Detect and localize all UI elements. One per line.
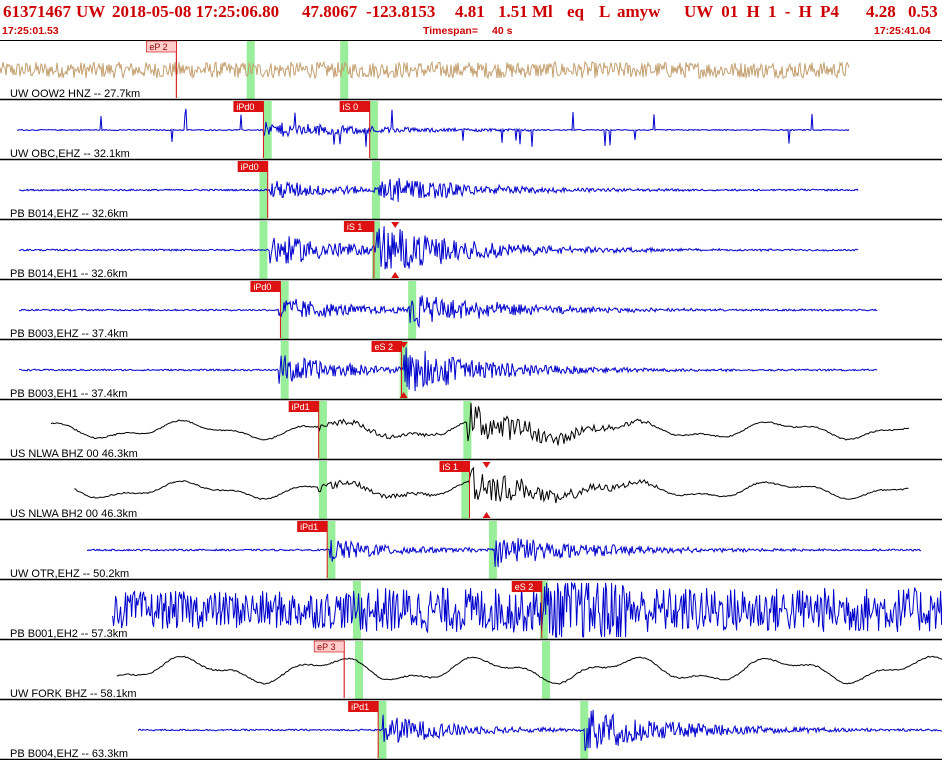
waveform-trace [116, 655, 942, 685]
pick-window [318, 461, 327, 519]
waveform-trace [18, 226, 859, 270]
pick-label: iS 0 [343, 102, 359, 112]
channel-row[interactable]: iS 1 US NLWA BH2 00 46.3km [0, 461, 942, 521]
event-analyst: amyw [617, 2, 661, 21]
pick-label: iPd0 [236, 102, 254, 112]
event-quality: UW 01 H 1 - H P4 [684, 2, 839, 21]
pick-label: eP 3 [317, 642, 335, 652]
channel-label: PB B003,EH1 -- 37.4km [10, 388, 127, 400]
timespan-label: Timespan= [423, 25, 478, 37]
event-network: UW [76, 2, 106, 21]
event-type: eq [567, 2, 584, 21]
pick-label: eS 2 [515, 582, 534, 592]
channel-label: PB B014,EH1 -- 32.6km [10, 268, 127, 280]
channel-row[interactable]: eP 2 UW OOW2 HNZ -- 27.7km [0, 40, 942, 101]
seismogram-panel[interactable]: eP 2 UW OOW2 HNZ -- 27.7km iPd0 iS 0 UW OBC,… [0, 40, 942, 760]
pick-label: iS 1 [443, 462, 459, 472]
pick-window [541, 641, 550, 699]
channel-label: US NLWA BHZ 00 46.3km [10, 448, 138, 460]
time-start: 17:25:01.53 [2, 25, 59, 37]
timespan-value: 40 s [492, 25, 513, 37]
event-longitude: -123.8153 [366, 2, 436, 21]
waveform-trace [19, 347, 878, 392]
waveform-trace [0, 60, 850, 80]
channel-row[interactable]: iPd0 PB B003,EHZ -- 37.4km [0, 281, 942, 341]
event-rms: 4.28 [866, 2, 896, 21]
pick-label: iPd1 [292, 402, 310, 412]
event-latitude: 47.8067 [302, 2, 358, 21]
channel-label: UW OTR,EHZ -- 50.2km [10, 568, 129, 580]
event-summary-line: 61371467 UW 2018-05-08 17:25:06.80 47.80… [0, 2, 942, 24]
waveform-trace [16, 108, 850, 147]
event-magnitude: 1.51 Ml [498, 2, 553, 21]
pick-marker-top [391, 222, 400, 228]
channel-row[interactable]: iPd1 PB B004,EHZ -- 63.3km [0, 701, 942, 760]
pick-marker-bottom [391, 272, 400, 278]
waveform-trace [86, 538, 922, 568]
pick-label: eP 2 [149, 42, 167, 52]
channel-label: UW OOW2 HNZ -- 27.7km [10, 88, 140, 100]
pick-label: iPd0 [241, 162, 259, 172]
waveform-trace [18, 295, 878, 329]
pick-label: iPd1 [300, 522, 318, 532]
event-error: 0.53 [908, 2, 938, 21]
channel-label: PB B014,EHZ -- 32.6km [10, 208, 128, 220]
time-bar: 17:25:01.53 Timespan= 40 s 17:25:41.04 [0, 25, 942, 38]
pick-marker-top [482, 462, 491, 468]
channel-row[interactable]: iPd1 UW OTR,EHZ -- 50.2km [0, 521, 942, 581]
channel-row[interactable]: iPd0 PB B014,EHZ -- 32.6km [0, 161, 942, 221]
waveform-trace [137, 709, 942, 751]
channel-label: PB B003,EHZ -- 37.4km [10, 328, 128, 340]
channel-row[interactable]: iPd1 US NLWA BHZ 00 46.3km [0, 401, 942, 461]
pick-marker-bottom [482, 512, 491, 518]
pick-label: iS 1 [347, 222, 363, 232]
channel-row[interactable]: iPd0 iS 0 UW OBC,EHZ -- 32.1km [0, 101, 942, 161]
pick-label: iPd1 [351, 702, 369, 712]
pick-label: eS 2 [375, 342, 394, 352]
channel-label: UW OBC,EHZ -- 32.1km [10, 148, 130, 160]
channel-label: PB B004,EHZ -- 63.3km [10, 748, 128, 760]
channel-label: UW FORK BHZ -- 58.1km [10, 688, 137, 700]
pick-window [318, 401, 327, 459]
channel-row[interactable]: eS 2 PB B003,EH1 -- 37.4km [0, 341, 942, 401]
pick-window [355, 641, 364, 699]
channel-row[interactable]: eP 3 UW FORK BHZ -- 58.1km [0, 640, 942, 701]
waveform-trace [74, 466, 909, 504]
waveform-trace [19, 177, 859, 202]
event-datetime: 2018-05-08 17:25:06.80 [112, 2, 280, 21]
waveform-trace [50, 402, 910, 446]
event-id: 61371467 [3, 2, 71, 21]
event-flag: L [599, 2, 611, 21]
event-depth: 4.81 [455, 2, 485, 21]
pick-label: iPd0 [253, 282, 271, 292]
channel-row[interactable]: iS 1 PB B014,EH1 -- 32.6km [0, 221, 942, 281]
channel-label: US NLWA BH2 00 46.3km [10, 508, 137, 520]
event-header: 61371467 UW 2018-05-08 17:25:06.80 47.80… [0, 0, 942, 40]
channel-label: PB B001,EH2 -- 57.3km [10, 628, 127, 640]
channel-row[interactable]: eS 2 PB B001,EH2 -- 57.3km [0, 581, 942, 641]
time-end: 17:25:41.04 [874, 25, 931, 37]
